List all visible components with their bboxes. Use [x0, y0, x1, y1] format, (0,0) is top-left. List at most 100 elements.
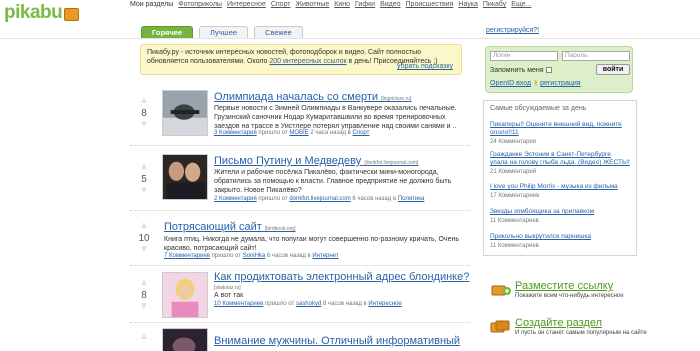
- vote-down-icon[interactable]: ▼: [134, 120, 154, 132]
- login-input[interactable]: Логин: [490, 51, 558, 61]
- post-title-text[interactable]: Олимпиада началась со смерти: [214, 91, 378, 103]
- author-link[interactable]: SoniHka: [243, 253, 266, 259]
- remember-me-checkbox[interactable]: [545, 67, 552, 74]
- post-title[interactable]: Потрясающий сайт [birdbook.org]: [164, 221, 295, 233]
- vote-down-icon[interactable]: ▼: [134, 186, 154, 198]
- post-description: А вот так: [214, 292, 244, 299]
- nav-item-video[interactable]: Видео: [380, 1, 400, 8]
- discussed-item[interactable]: I love you Philip Morris - музыка из фил…: [490, 183, 630, 200]
- discussed-item[interactable]: Гражданке Эстонии в Санкт-Петербурге упа…: [490, 151, 630, 176]
- post-link-title[interactable]: Разместите ссылку: [515, 280, 613, 292]
- hide-hint-link[interactable]: убрать подсказку: [397, 62, 453, 71]
- comments-link[interactable]: 7 Комментариев: [164, 253, 210, 259]
- post-title-text[interactable]: Как продиктовать электронный адрес блонд…: [214, 271, 469, 283]
- nav-item-animals[interactable]: Животные: [296, 1, 330, 8]
- nav-item-photos[interactable]: Фотоприколы: [178, 1, 222, 8]
- post-divider: [130, 210, 470, 211]
- comments-link[interactable]: 2 Комментария: [214, 196, 257, 202]
- post-title[interactable]: Внимание мужчины. Отличный информативный: [214, 335, 460, 347]
- post-title[interactable]: Письмо Путину и Медведеву [donkfot.livej…: [214, 155, 418, 167]
- discussed-item[interactable]: Прикольно выкрутился парнишка 11 Коммент…: [490, 233, 630, 250]
- meta-time: 8 часов назад в: [322, 301, 367, 307]
- post-divider: [130, 322, 470, 323]
- post-meta: 2 Комментария пришло от donkfot.livejour…: [214, 196, 424, 202]
- meta-from: пришло от: [258, 130, 288, 136]
- category-link[interactable]: Интересное: [368, 301, 401, 307]
- discussed-item-title[interactable]: Гражданке Эстонии в Санкт-Петербурге упа…: [490, 151, 630, 166]
- openid-row: OpenID вход ⚷ регистрация: [490, 79, 581, 87]
- vote-down-icon[interactable]: ▼: [134, 302, 154, 314]
- post-title[interactable]: Как продиктовать электронный адрес блонд…: [214, 271, 469, 283]
- vote-up-icon[interactable]: ▲: [134, 332, 154, 344]
- comments-link[interactable]: 10 Комментариев: [214, 301, 263, 307]
- post-title[interactable]: Олимпиада началась со смерти [bigpicture…: [214, 91, 411, 103]
- post-thumbnail[interactable]: [162, 90, 208, 136]
- author-link[interactable]: MOBIE: [289, 130, 308, 136]
- vote-up-icon[interactable]: ▲: [134, 162, 154, 174]
- remember-me[interactable]: Запомнить меня: [490, 67, 552, 74]
- discussed-item-title[interactable]: Прикольно выкрутился парнишка: [490, 233, 591, 240]
- registration-link[interactable]: регистрация: [540, 80, 580, 87]
- category-link[interactable]: Спорт: [353, 130, 370, 136]
- post-item: ▲ 8 ▼ Как продиктовать электронный адрес…: [130, 270, 475, 322]
- nav-item-gifs[interactable]: Гифки: [355, 1, 375, 8]
- comments-link[interactable]: 3 Комментария: [214, 130, 257, 136]
- discussed-item[interactable]: Звезды зомбоящика за прилавком 11 Коммен…: [490, 208, 630, 225]
- discussed-item[interactable]: Пикаперы!! Оцените внешний вид, пожните …: [490, 121, 630, 146]
- login-box: Логин Пароль Запомнить меня войти OpenID…: [485, 46, 633, 93]
- post-domain: [donkfot.livejournal.com]: [364, 160, 419, 166]
- discussed-item-title[interactable]: Пикаперы!! Оцените внешний вид, пожните …: [490, 121, 622, 136]
- post-meta: 3 Комментария пришло от MOBIE 2 часа наз…: [214, 130, 369, 136]
- tabs-divider: [0, 38, 700, 39]
- nav-item-interesting[interactable]: Интересное: [227, 1, 266, 8]
- register-prompt-link[interactable]: регистрируйся?!: [486, 27, 539, 34]
- post-title-text[interactable]: Внимание мужчины. Отличный информативный: [214, 335, 460, 347]
- nav-item-pikabu[interactable]: Пикабу: [483, 1, 506, 8]
- login-button[interactable]: войти: [596, 64, 630, 75]
- post-description: Первые новости с Зимней Олимпиады в Ванк…: [214, 105, 457, 130]
- nav-item-incidents[interactable]: Происшествия: [406, 1, 454, 8]
- openid-link[interactable]: OpenID вход: [490, 80, 531, 87]
- site-logo[interactable]: pikabu: [4, 2, 119, 23]
- category-link[interactable]: Интернет: [312, 253, 338, 259]
- author-link[interactable]: donkfot.livejournal.com: [289, 196, 350, 202]
- post-title-text[interactable]: Письмо Путину и Медведеву: [214, 155, 361, 167]
- vote-widget: ▲ 8 ▼: [134, 96, 154, 132]
- post-thumbnail[interactable]: [162, 272, 208, 318]
- post-link-desc: Покажите всем что-нибудь интересное: [515, 293, 624, 299]
- logo-text: pikabu: [4, 2, 63, 23]
- meta-time: 6 часов назад в: [352, 196, 397, 202]
- remember-me-label: Запомнить меня: [490, 67, 544, 74]
- post-item: ▲ Внимание мужчины. Отличный информативн…: [130, 326, 475, 351]
- author-link[interactable]: sashokyd: [296, 301, 321, 307]
- most-discussed-panel: Самые обсуждаемые за день Пикаперы!! Оце…: [483, 100, 637, 256]
- meta-time: 6 часов назад в: [266, 253, 311, 259]
- vote-up-icon[interactable]: ▲: [134, 221, 154, 233]
- meta-time: 2 часа назад в: [310, 130, 351, 136]
- nav-item-cinema[interactable]: Кино: [334, 1, 350, 8]
- password-input[interactable]: Пароль: [562, 51, 630, 61]
- my-sections-label: Мои разделы: [130, 1, 174, 8]
- post-domain: [bigpicture.ru]: [381, 96, 412, 102]
- vote-down-icon[interactable]: ▼: [134, 245, 154, 257]
- post-thumbnail[interactable]: [162, 328, 208, 351]
- discussed-item-count: 11 Комментариев: [490, 243, 539, 249]
- discussed-item-title[interactable]: Звезды зомбоящика за прилавком: [490, 208, 594, 215]
- post-title-text[interactable]: Потрясающий сайт: [164, 221, 262, 233]
- key-icon: ⚷: [533, 80, 539, 87]
- category-link[interactable]: Политика: [398, 196, 425, 202]
- nav-item-sport[interactable]: Спорт: [271, 1, 291, 8]
- create-section-title[interactable]: Создайте раздел: [515, 317, 602, 329]
- post-description: Книга птиц. Никогда не думала, что попуг…: [164, 236, 459, 252]
- discussed-item-title[interactable]: I love you Philip Morris - музыка из фил…: [490, 183, 618, 190]
- nav-item-science[interactable]: Наука: [458, 1, 477, 8]
- post-thumbnail[interactable]: [162, 154, 208, 200]
- discussed-item-count: 24 Комментария: [490, 139, 537, 145]
- notice-links-link[interactable]: 200 интересных ссылок: [269, 58, 346, 65]
- chest-icon: [491, 285, 511, 296]
- vote-up-icon[interactable]: ▲: [134, 278, 154, 290]
- post-domain: [birdbook.org]: [264, 226, 296, 232]
- discussed-item-count: 11 Комментариев: [490, 218, 539, 224]
- nav-item-more[interactable]: Еще...: [511, 1, 531, 8]
- vote-up-icon[interactable]: ▲: [134, 96, 154, 108]
